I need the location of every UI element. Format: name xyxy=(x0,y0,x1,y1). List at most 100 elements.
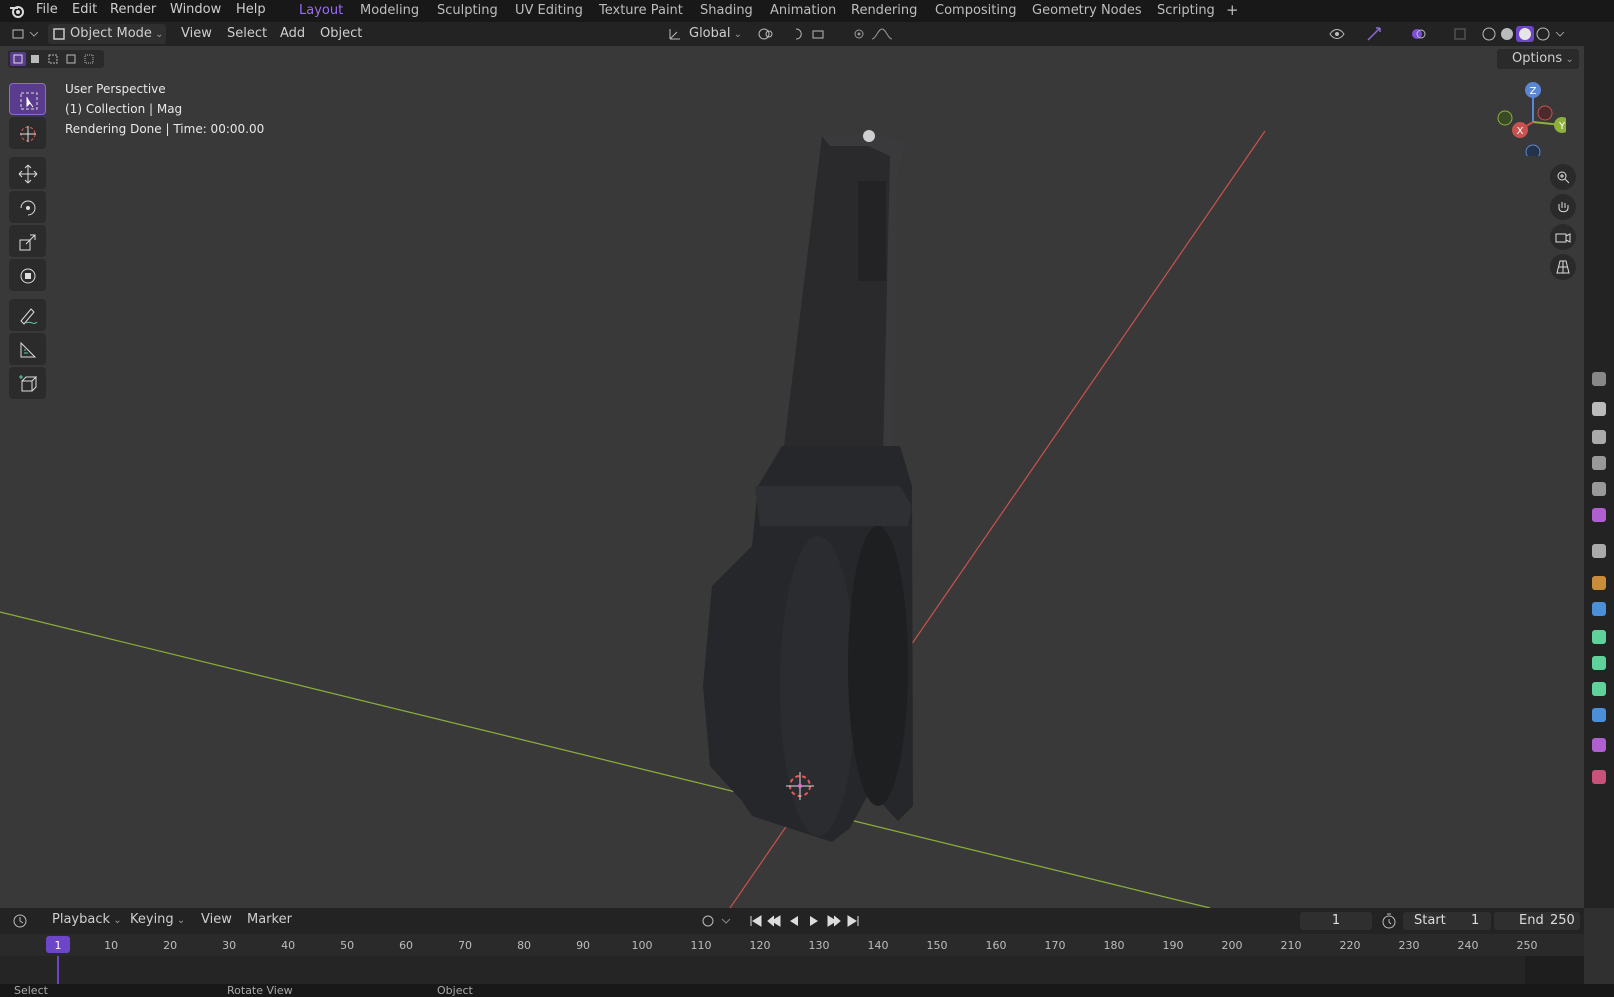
timeline-track[interactable] xyxy=(0,956,1584,984)
frame-tick-label: 150 xyxy=(926,939,948,952)
transform-tool[interactable] xyxy=(9,259,46,291)
menu-window[interactable]: Window xyxy=(170,2,221,17)
pan-button[interactable] xyxy=(1550,194,1576,220)
marker-menu[interactable]: Marker xyxy=(247,912,292,927)
menu-edit[interactable]: Edit xyxy=(72,2,97,17)
editor-type-icon[interactable] xyxy=(12,27,38,41)
menu-render[interactable]: Render xyxy=(110,2,156,17)
start-frame-field[interactable]: Start 1 xyxy=(1403,912,1491,930)
overlays-icon[interactable] xyxy=(1410,26,1440,42)
gizmo-z-label: Z xyxy=(1530,86,1537,97)
rotate-tool[interactable] xyxy=(9,191,46,223)
current-frame-field[interactable]: 1 xyxy=(1300,912,1372,930)
keying-menu[interactable]: Keying xyxy=(130,912,185,927)
tab-texture-paint[interactable]: Texture Paint xyxy=(599,3,683,18)
tool-properties-icon[interactable] xyxy=(1592,372,1606,386)
playback-controls xyxy=(750,915,859,927)
end-frame-field[interactable]: End 250 xyxy=(1494,912,1580,930)
ortho-toggle-button[interactable] xyxy=(1550,254,1576,280)
wireframe-shading-icon[interactable] xyxy=(1482,27,1496,41)
physics-properties-icon[interactable] xyxy=(1592,656,1606,670)
tab-animation[interactable]: Animation xyxy=(770,3,836,18)
transform-orientation-dropdown[interactable]: Global xyxy=(689,26,742,41)
frame-tick-label: 40 xyxy=(281,939,296,952)
playback-menu[interactable]: Playback xyxy=(52,912,122,927)
selection-mode-icons[interactable] xyxy=(8,50,104,68)
menu-view[interactable]: View xyxy=(181,26,212,41)
prev-keyframe-icon[interactable] xyxy=(767,915,781,927)
status-object: Object xyxy=(437,984,473,997)
play-reverse-icon[interactable] xyxy=(790,916,798,926)
material-properties-icon[interactable] xyxy=(1592,738,1606,752)
constraints-properties-icon[interactable] xyxy=(1592,682,1606,696)
move-tool[interactable] xyxy=(9,157,46,189)
3d-viewport[interactable]: User Perspective (1) Collection | Mag Re… xyxy=(0,46,1584,908)
jump-end-icon[interactable] xyxy=(847,915,859,927)
magazine-model xyxy=(703,130,913,842)
stopwatch-icon[interactable] xyxy=(1381,913,1397,929)
measure-tool[interactable] xyxy=(9,333,46,365)
object-properties-icon[interactable] xyxy=(1592,576,1606,590)
gizmo-toggle-icon[interactable] xyxy=(1366,26,1396,42)
modifier-properties-icon[interactable] xyxy=(1592,602,1606,616)
menu-select[interactable]: Select xyxy=(227,26,267,41)
frame-tick-label: 10 xyxy=(104,939,119,952)
tab-compositing[interactable]: Compositing xyxy=(935,3,1017,18)
world-properties-icon[interactable] xyxy=(1592,508,1606,522)
snap-icon[interactable] xyxy=(793,27,841,41)
tab-sculpting[interactable]: Sculpting xyxy=(437,3,498,18)
menu-help[interactable]: Help xyxy=(236,2,266,17)
frame-tick-label: 110 xyxy=(690,939,712,952)
scene-properties-icon[interactable] xyxy=(1592,482,1606,496)
next-keyframe-icon[interactable] xyxy=(827,915,841,927)
add-workspace-icon[interactable]: + xyxy=(1226,1,1239,19)
jump-start-icon[interactable] xyxy=(750,915,762,927)
pivot-point-icon[interactable] xyxy=(757,27,787,41)
render-properties-icon[interactable] xyxy=(1592,402,1606,416)
camera-view-button[interactable] xyxy=(1550,224,1576,250)
tab-rendering[interactable]: Rendering xyxy=(851,3,917,18)
texture-properties-icon[interactable] xyxy=(1592,770,1606,784)
menu-add[interactable]: Add xyxy=(280,26,305,41)
cursor-tool[interactable] xyxy=(9,117,46,149)
output-properties-icon[interactable] xyxy=(1592,430,1606,444)
menu-object[interactable]: Object xyxy=(320,26,362,41)
timeline-ruler[interactable]: 1 10 20 30 40 50 60 70 80 90 100 110 120 130 140 150 160… xyxy=(0,934,1584,956)
play-icon[interactable] xyxy=(810,916,818,926)
annotate-tool[interactable] xyxy=(9,299,46,331)
start-value: 1 xyxy=(1471,913,1480,928)
tab-layout[interactable]: Layout xyxy=(299,3,343,18)
timeline-view-menu[interactable]: View xyxy=(201,912,232,927)
options-dropdown[interactable]: Options xyxy=(1497,49,1579,69)
tab-geometry-nodes[interactable]: Geometry Nodes xyxy=(1032,3,1142,18)
transform-orientation-icon xyxy=(669,29,680,40)
tab-uv-editing[interactable]: UV Editing xyxy=(515,3,583,18)
frame-tick-label: 140 xyxy=(867,939,889,952)
auto-key-icon[interactable] xyxy=(700,913,736,929)
rendered-shading-icon[interactable] xyxy=(1536,27,1550,41)
scale-tool[interactable] xyxy=(9,225,46,257)
particles-properties-icon[interactable] xyxy=(1592,630,1606,644)
tab-scripting[interactable]: Scripting xyxy=(1157,3,1215,18)
clock-editor-icon[interactable] xyxy=(12,913,38,929)
data-properties-icon[interactable] xyxy=(1592,708,1606,722)
frame-tick-label: 120 xyxy=(749,939,771,952)
proportional-editing-icon[interactable] xyxy=(852,27,894,41)
solid-shading-icon[interactable] xyxy=(1501,28,1513,40)
navigation-gizmo[interactable]: Z Y X xyxy=(1490,80,1566,156)
tab-shading[interactable]: Shading xyxy=(700,3,753,18)
menu-file[interactable]: File xyxy=(36,2,58,17)
zoom-button[interactable] xyxy=(1550,164,1576,190)
visibility-icon[interactable] xyxy=(1328,26,1358,42)
viewport-render-status: Rendering Done | Time: 00:00.00 xyxy=(65,122,265,136)
frame-tick-label: 230 xyxy=(1398,939,1420,952)
mode-dropdown[interactable]: Object Mode xyxy=(48,24,166,44)
xray-icon[interactable] xyxy=(1452,26,1468,42)
tab-modeling[interactable]: Modeling xyxy=(360,3,419,18)
add-cube-tool[interactable] xyxy=(9,367,46,399)
select-box-tool[interactable] xyxy=(9,83,46,115)
material-preview-icon[interactable] xyxy=(1519,28,1531,40)
blender-logo-icon[interactable] xyxy=(9,3,25,19)
collection-properties-icon[interactable] xyxy=(1592,544,1606,558)
view-layer-properties-icon[interactable] xyxy=(1592,456,1606,470)
